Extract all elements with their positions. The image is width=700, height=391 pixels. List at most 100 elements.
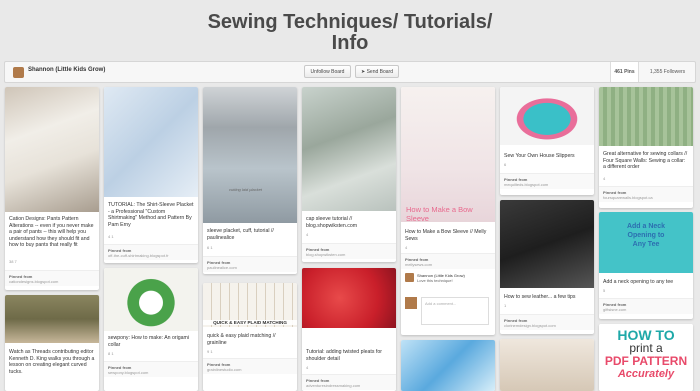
source-domain: grainlinestudio.com xyxy=(207,367,242,372)
pin-card[interactable] xyxy=(401,340,495,391)
send-board-label: Send Board xyxy=(366,69,393,75)
pin-source[interactable]: Pinned from cationdesigns.blogspot.com xyxy=(5,270,99,286)
pin-card[interactable]: Tutorial: adding twisted pleats for shou… xyxy=(302,268,396,391)
comment-avatar xyxy=(405,297,417,309)
image-caption: cutting laid placket xyxy=(229,187,262,192)
pin-source[interactable]: Pinned from adventuresindressmaking.com xyxy=(302,374,396,390)
pin-card[interactable]: Cation Designs: Pants Pattern Alteration… xyxy=(5,87,99,290)
pin-image[interactable] xyxy=(302,87,396,211)
source-domain: off-the-cuff-shirtmaking.blogspot.fr xyxy=(108,253,169,258)
pin-description: sleeve placket, cuff, tutorial // paulin… xyxy=(207,228,274,241)
pin-image[interactable] xyxy=(5,87,99,212)
pin-stats: 4 xyxy=(603,176,606,181)
pin-source[interactable]: Pinned from mequilteds.blogspot.com xyxy=(500,173,594,189)
add-comment-input[interactable]: Add a comment... xyxy=(421,297,489,325)
source-domain: sewpony.blogspot.com xyxy=(108,370,149,375)
pin-description: Tutorial: adding twisted pleats for shou… xyxy=(306,349,382,362)
send-board-button[interactable]: ➤ Send Board xyxy=(355,65,399,78)
pin-source[interactable]: Pinned from paulinealice.com xyxy=(203,256,297,272)
pin-source[interactable]: Pinned from grainlinestudio.com xyxy=(203,358,297,374)
followers-count-tab[interactable]: 1,355 Followers xyxy=(638,62,696,82)
pin-card[interactable] xyxy=(500,339,594,391)
pin-image[interactable] xyxy=(401,340,495,391)
source-domain: mequilteds.blogspot.com xyxy=(504,182,549,187)
pin-stats: 6 1 xyxy=(207,245,213,250)
overlay-line: Accurately xyxy=(617,368,675,380)
pin-source[interactable]: Pinned from foursquarewalls.blogspot.ca xyxy=(599,186,693,202)
source-domain: paulinealice.com xyxy=(207,265,237,270)
pin-image[interactable] xyxy=(302,268,396,328)
pin-card[interactable]: Add a Neck Opening to Any Tee Add a neck o… xyxy=(599,212,693,319)
pin-image[interactable] xyxy=(401,87,495,222)
pin-stats: 1 xyxy=(504,303,507,308)
pin-card[interactable]: How to Make a Bow Sleeve How to Make a B… xyxy=(401,87,495,335)
pin-description: Cation Designs: Pants Pattern Alteration… xyxy=(9,216,94,249)
source-domain: foursquarewalls.blogspot.ca xyxy=(603,195,653,200)
pin-card[interactable]: cutting laid placket sleeve placket, cuf… xyxy=(203,87,297,274)
pin-description: Great alternative for sewing collars // … xyxy=(603,151,688,171)
pin-stats: 38 7 xyxy=(9,259,17,264)
pin-image[interactable] xyxy=(500,200,594,288)
comment-text: Love this technique! xyxy=(417,278,453,283)
image-overlay: HOW TO print a PDF PATTERN Accurately xyxy=(599,328,693,381)
source-domain: giftsisne.com xyxy=(603,307,627,312)
pin-card[interactable]: sewpony: How to make: An origami collar … xyxy=(104,268,198,391)
pin-description: How to Make a Bow Sleeve // Melly Sews xyxy=(405,229,487,242)
owner-avatar[interactable] xyxy=(13,67,24,78)
pin-image[interactable] xyxy=(104,87,198,197)
board-title-line2: Info xyxy=(331,32,369,54)
pin-source[interactable]: Pinned from sewpony.blogspot.com xyxy=(104,361,198,377)
pin-source[interactable]: Pinned from giftsisne.com xyxy=(599,298,693,314)
pin-description: Add a neck opening to any tee xyxy=(603,279,674,285)
source-domain: blog.shopwiksten.com xyxy=(306,252,346,257)
pin-card[interactable]: How to sew leather... a few tips 1 Pinne… xyxy=(500,200,594,334)
pin-stats: 4 xyxy=(306,365,309,370)
image-banner: QUICK & EASY PLAID MATCHING xyxy=(203,320,297,325)
source-domain: adventuresindressmaking.com xyxy=(306,383,361,388)
owner-name[interactable]: Shannon (Little Kids Grow) xyxy=(28,67,105,73)
pin-stats: 6 xyxy=(504,162,507,167)
pin-stats: 4 1 xyxy=(108,234,114,239)
pin-image[interactable] xyxy=(500,87,594,145)
pin-description: Sew Your Own House Slippers xyxy=(504,153,575,159)
pin-stats: 4 xyxy=(405,245,408,250)
pin-description: sewpony: How to make: An origami collar xyxy=(108,335,190,348)
commenter-avatar[interactable] xyxy=(405,273,414,282)
pin-card[interactable]: HOW TO print a PDF PATTERN Accurately xyxy=(599,324,693,391)
overlay-line: PDF PATTERN xyxy=(604,354,688,368)
unfollow-board-button[interactable]: Unfollow Board xyxy=(304,65,351,78)
pin-stats: 5 xyxy=(603,288,606,293)
pin-source[interactable]: Pinned from off-the-cuff-shirtmaking.blog… xyxy=(104,244,198,260)
pin-image[interactable] xyxy=(203,87,297,223)
image-overlay-title: How to Make a Bow Sleeve xyxy=(406,205,473,223)
pin-stats: 9 1 xyxy=(207,349,213,354)
pin-card[interactable]: Sew Your Own House Slippers 6 Pinned fro… xyxy=(500,87,594,195)
source-domain: mellysews.com xyxy=(405,262,433,267)
pin-stats: 4 xyxy=(306,232,309,237)
overlay-line: Opening to xyxy=(627,232,665,239)
pin-stats: 8 1 xyxy=(108,351,114,356)
source-domain: cationdesigns.blogspot.com xyxy=(9,279,59,284)
overlay-line: Add a Neck xyxy=(626,223,666,230)
pin-card[interactable]: Great alternative for sewing collars // … xyxy=(599,87,693,208)
pin-image[interactable] xyxy=(5,295,99,343)
pin-source[interactable]: Pinned from blog.shopwiksten.com xyxy=(302,243,396,259)
pin-source[interactable]: Pinned from clorinemdesign.blogspot.com xyxy=(500,314,594,330)
image-overlay: Add a Neck Opening to Any Tee xyxy=(599,222,693,249)
pin-card[interactable]: TUTORIAL: The Shirt-Sleeve Placket - a P… xyxy=(104,87,198,263)
board-toolbar: Shannon (Little Kids Grow) Unfollow Boar… xyxy=(4,61,696,83)
pins-count-tab[interactable]: 461 Pins xyxy=(610,62,638,82)
pin-description: cap sleeve tutorial // blog.shopwiksten.… xyxy=(306,216,358,229)
pin-card[interactable]: cap sleeve tutorial // blog.shopwiksten.… xyxy=(302,87,396,262)
pin-card[interactable]: QUICK & EASY PLAID MATCHING quick & easy… xyxy=(203,283,297,391)
board-title-line1: Sewing Techniques/ Tutorials/ xyxy=(207,11,493,33)
pin-description: TUTORIAL: The Shirt-Sleeve Placket - a P… xyxy=(108,202,194,228)
source-domain: clorinemdesign.blogspot.com xyxy=(504,323,556,328)
overlay-line: Any Tee xyxy=(632,241,660,248)
pin-image[interactable] xyxy=(104,268,198,331)
pin-description: How to sew leather... a few tips xyxy=(504,294,576,300)
pin-card[interactable]: Watch as Threads contributing editor Ken… xyxy=(5,295,99,391)
pin-image[interactable] xyxy=(599,87,693,146)
pin-source[interactable]: Pinned from mellysews.com xyxy=(401,253,495,269)
pin-image[interactable] xyxy=(500,339,594,391)
